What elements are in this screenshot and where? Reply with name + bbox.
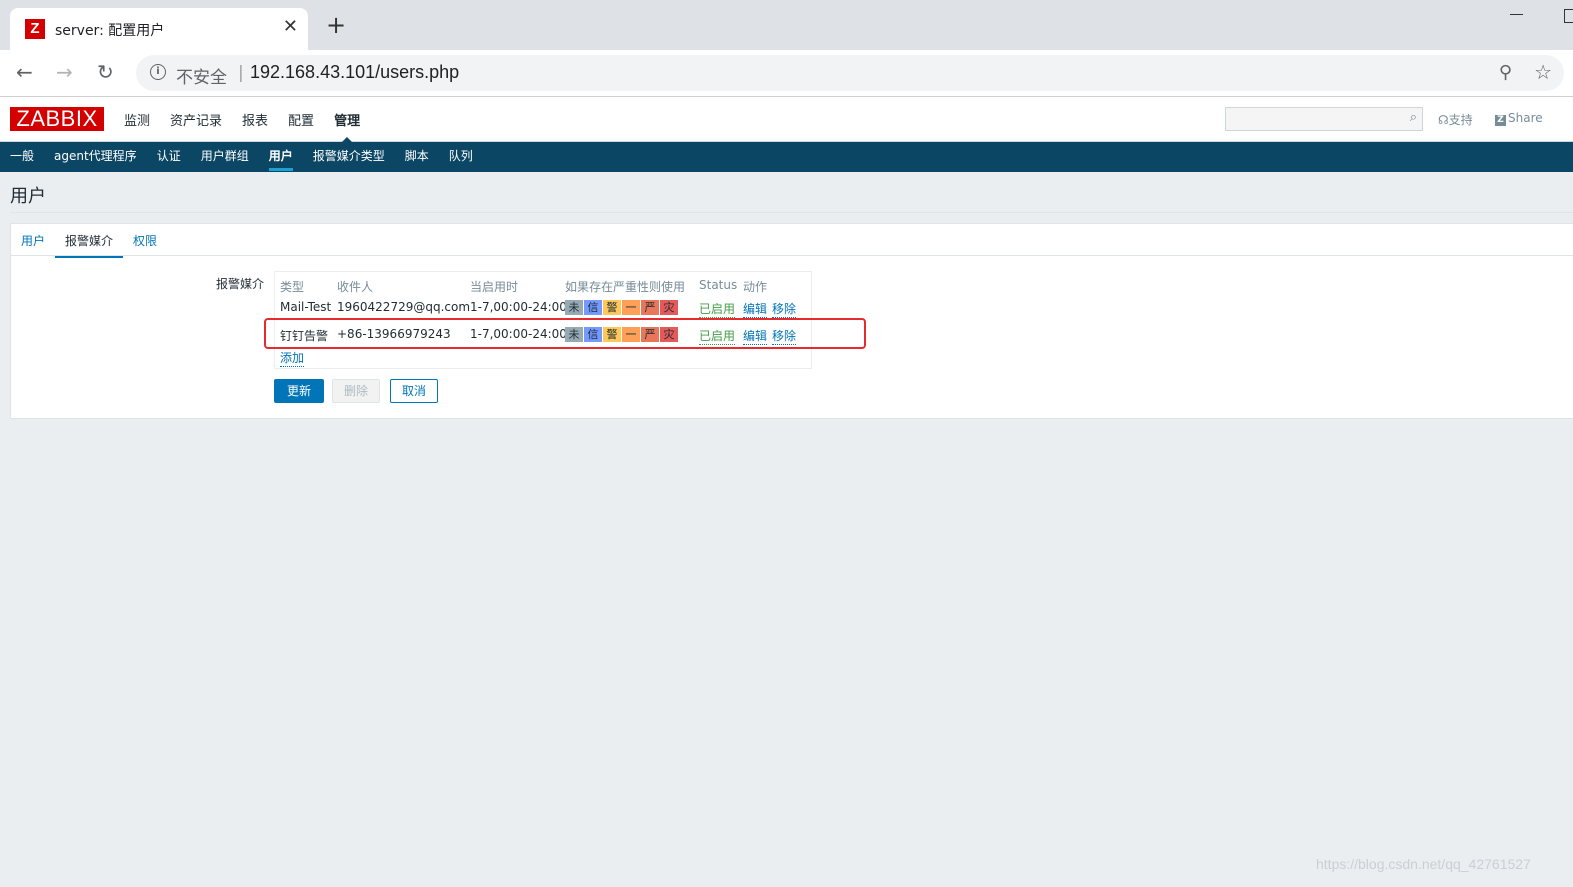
bookmark-star-icon[interactable]: ☆ — [1534, 60, 1552, 84]
severity-warning: 警 — [603, 300, 621, 315]
cancel-button[interactable]: 取消 — [390, 379, 438, 403]
url-text[interactable]: 192.168.43.101/users.php — [250, 62, 459, 83]
subnav-item-media-types[interactable]: 报警媒介类型 — [313, 142, 385, 171]
browser-tab[interactable]: Z server: 配置用户 ✕ — [10, 8, 308, 50]
add-media-link[interactable]: 添加 — [280, 349, 305, 367]
media-label: 报警媒介 — [216, 277, 265, 291]
page-title: 用户 — [10, 186, 46, 207]
watermark: https://blog.csdn.net/qq_42761527 — [1316, 856, 1531, 872]
severity-high: 严 — [641, 300, 659, 315]
zoom-icon[interactable]: ⚲ — [1499, 62, 1512, 83]
sub-navigation: 一般 agent代理程序 认证 用户群组 用户 报警媒介类型 脚本 队列 — [0, 142, 1573, 172]
zabbix-logo[interactable]: ZABBIX — [10, 107, 104, 131]
new-tab-icon[interactable]: + — [326, 13, 346, 37]
severity-average: 一 — [622, 300, 640, 315]
browser-toolbar: ← → ↻ i 不安全 | 192.168.43.101/users.php ⚲… — [0, 50, 1573, 97]
severity-badges: 未 信 警 一 严 灾 — [565, 300, 679, 315]
menu-item-administration[interactable]: 管理 — [334, 110, 360, 144]
share-link[interactable]: Z Share — [1495, 111, 1543, 126]
address-bar[interactable]: i 不安全 | 192.168.43.101/users.php ⚲ ☆ — [136, 55, 1564, 91]
subnav-item-scripts[interactable]: 脚本 — [405, 142, 429, 171]
remove-link[interactable]: 移除 — [772, 300, 797, 318]
zabbix-favicon-icon: Z — [25, 19, 45, 39]
red-highlight-box — [264, 318, 866, 349]
user-form-card: 用户 报警媒介 权限 报警媒介 类型 收件人 当启用时 如果存在严重性则使用 S… — [10, 223, 1573, 419]
menu-item-monitoring[interactable]: 监测 — [124, 110, 150, 129]
subnav-item-queue[interactable]: 队列 — [449, 142, 473, 171]
column-header-status: Status — [699, 278, 738, 292]
reload-icon[interactable]: ↻ — [97, 60, 114, 84]
subnav-item-user-groups[interactable]: 用户群组 — [201, 142, 249, 171]
status-enabled-link[interactable]: 已启用 — [699, 300, 736, 318]
maximize-window-icon[interactable] — [1564, 9, 1573, 23]
severity-not-classified: 未 — [565, 300, 583, 315]
minimize-window-icon[interactable] — [1510, 14, 1523, 15]
column-header-action: 动作 — [743, 280, 768, 294]
tab-title: server: 配置用户 — [55, 23, 165, 39]
media-when-active: 1-7,00:00-24:00 — [470, 300, 567, 314]
menu-item-configuration[interactable]: 配置 — [288, 110, 314, 129]
menu-item-inventory[interactable]: 资产记录 — [170, 110, 222, 129]
zabbix-header: ZABBIX 监测 资产记录 报表 配置 管理 ⌕ ☊支持 Z Share — [0, 97, 1573, 144]
address-separator: | — [238, 63, 244, 83]
share-z-icon: Z — [1495, 115, 1506, 126]
media-recipient: 1960422729@qq.com — [337, 300, 471, 314]
update-button[interactable]: 更新 — [274, 379, 324, 403]
tabs-divider — [11, 255, 1573, 256]
support-label: 支持 — [1448, 113, 1473, 127]
delete-button[interactable]: 删除 — [332, 379, 380, 403]
media-type: Mail-Test — [280, 300, 332, 314]
column-header-severity: 如果存在严重性则使用 — [565, 280, 686, 294]
browser-tabstrip: Z server: 配置用户 ✕ + — [0, 0, 1573, 50]
forward-arrow-icon[interactable]: → — [56, 60, 73, 84]
subnav-item-general[interactable]: 一般 — [10, 142, 34, 171]
close-tab-icon[interactable]: ✕ — [283, 16, 298, 37]
search-input[interactable]: ⌕ — [1225, 107, 1423, 131]
column-header-type: 类型 — [280, 280, 305, 294]
support-link[interactable]: ☊支持 — [1438, 111, 1473, 128]
column-header-recipient: 收件人 — [337, 280, 374, 294]
info-icon[interactable]: i — [150, 64, 166, 80]
subnav-item-authentication[interactable]: 认证 — [157, 142, 181, 171]
severity-disaster: 灾 — [660, 300, 678, 315]
headset-icon: ☊ — [1438, 113, 1449, 127]
subnav-item-proxies[interactable]: agent代理程序 — [54, 142, 137, 171]
edit-link[interactable]: 编辑 — [743, 300, 768, 318]
back-arrow-icon[interactable]: ← — [16, 60, 33, 84]
main-menu: 监测 资产记录 报表 配置 管理 — [124, 110, 360, 144]
share-label: Share — [1508, 111, 1543, 125]
column-header-when-active: 当启用时 — [470, 280, 519, 294]
subnav-item-users[interactable]: 用户 — [268, 142, 293, 171]
search-icon[interactable]: ⌕ — [1410, 110, 1417, 125]
insecure-label: 不安全 — [176, 68, 227, 88]
title-divider — [10, 212, 1573, 213]
menu-item-reports[interactable]: 报表 — [242, 110, 268, 129]
severity-information: 信 — [584, 300, 602, 315]
